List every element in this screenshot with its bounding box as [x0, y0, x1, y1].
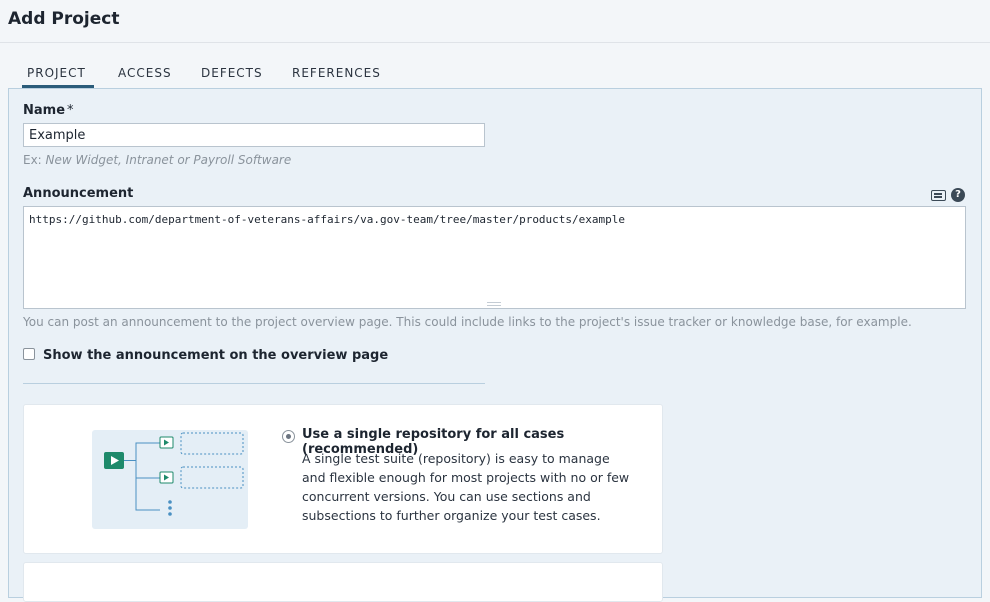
announcement-hint: You can post an announcement to the proj…	[23, 315, 912, 329]
page-header: Add Project	[0, 0, 990, 43]
required-marker: *	[67, 103, 74, 118]
tab-defects[interactable]: DEFECTS	[201, 66, 263, 88]
tab-references[interactable]: REFERENCES	[292, 66, 381, 88]
name-input[interactable]	[23, 123, 485, 147]
tab-access[interactable]: ACCESS	[118, 66, 172, 88]
announcement-label: Announcement	[23, 186, 134, 201]
repository-option-next[interactable]	[23, 562, 663, 602]
resize-grip[interactable]	[487, 302, 501, 306]
name-label: Name *	[23, 103, 74, 118]
divider	[23, 383, 485, 384]
name-label-text: Name	[23, 103, 66, 118]
name-hint-example: New Widget, Intranet or Payroll Software	[45, 153, 292, 167]
show-announcement-checkbox[interactable]	[23, 348, 35, 360]
repository-option-single[interactable]: Use a single repository for all cases (r…	[23, 404, 663, 554]
name-hint: Ex: New Widget, Intranet or Payroll Soft…	[23, 153, 291, 167]
repository-option-description: A single test suite (repository) is easy…	[302, 451, 630, 523]
show-announcement-label[interactable]: Show the announcement on the overview pa…	[43, 348, 388, 363]
keyboard-icon[interactable]	[931, 190, 946, 201]
help-icon[interactable]: ?	[951, 188, 965, 202]
page-title: Add Project	[8, 9, 120, 29]
tab-project[interactable]: PROJECT	[22, 66, 94, 88]
single-repository-illustration	[92, 430, 248, 529]
name-hint-prefix: Ex:	[23, 153, 46, 167]
announcement-textarea[interactable]: https://github.com/department-of-veteran…	[23, 206, 966, 309]
repository-tree-icon	[104, 432, 244, 516]
repository-option-radio[interactable]	[282, 430, 295, 443]
